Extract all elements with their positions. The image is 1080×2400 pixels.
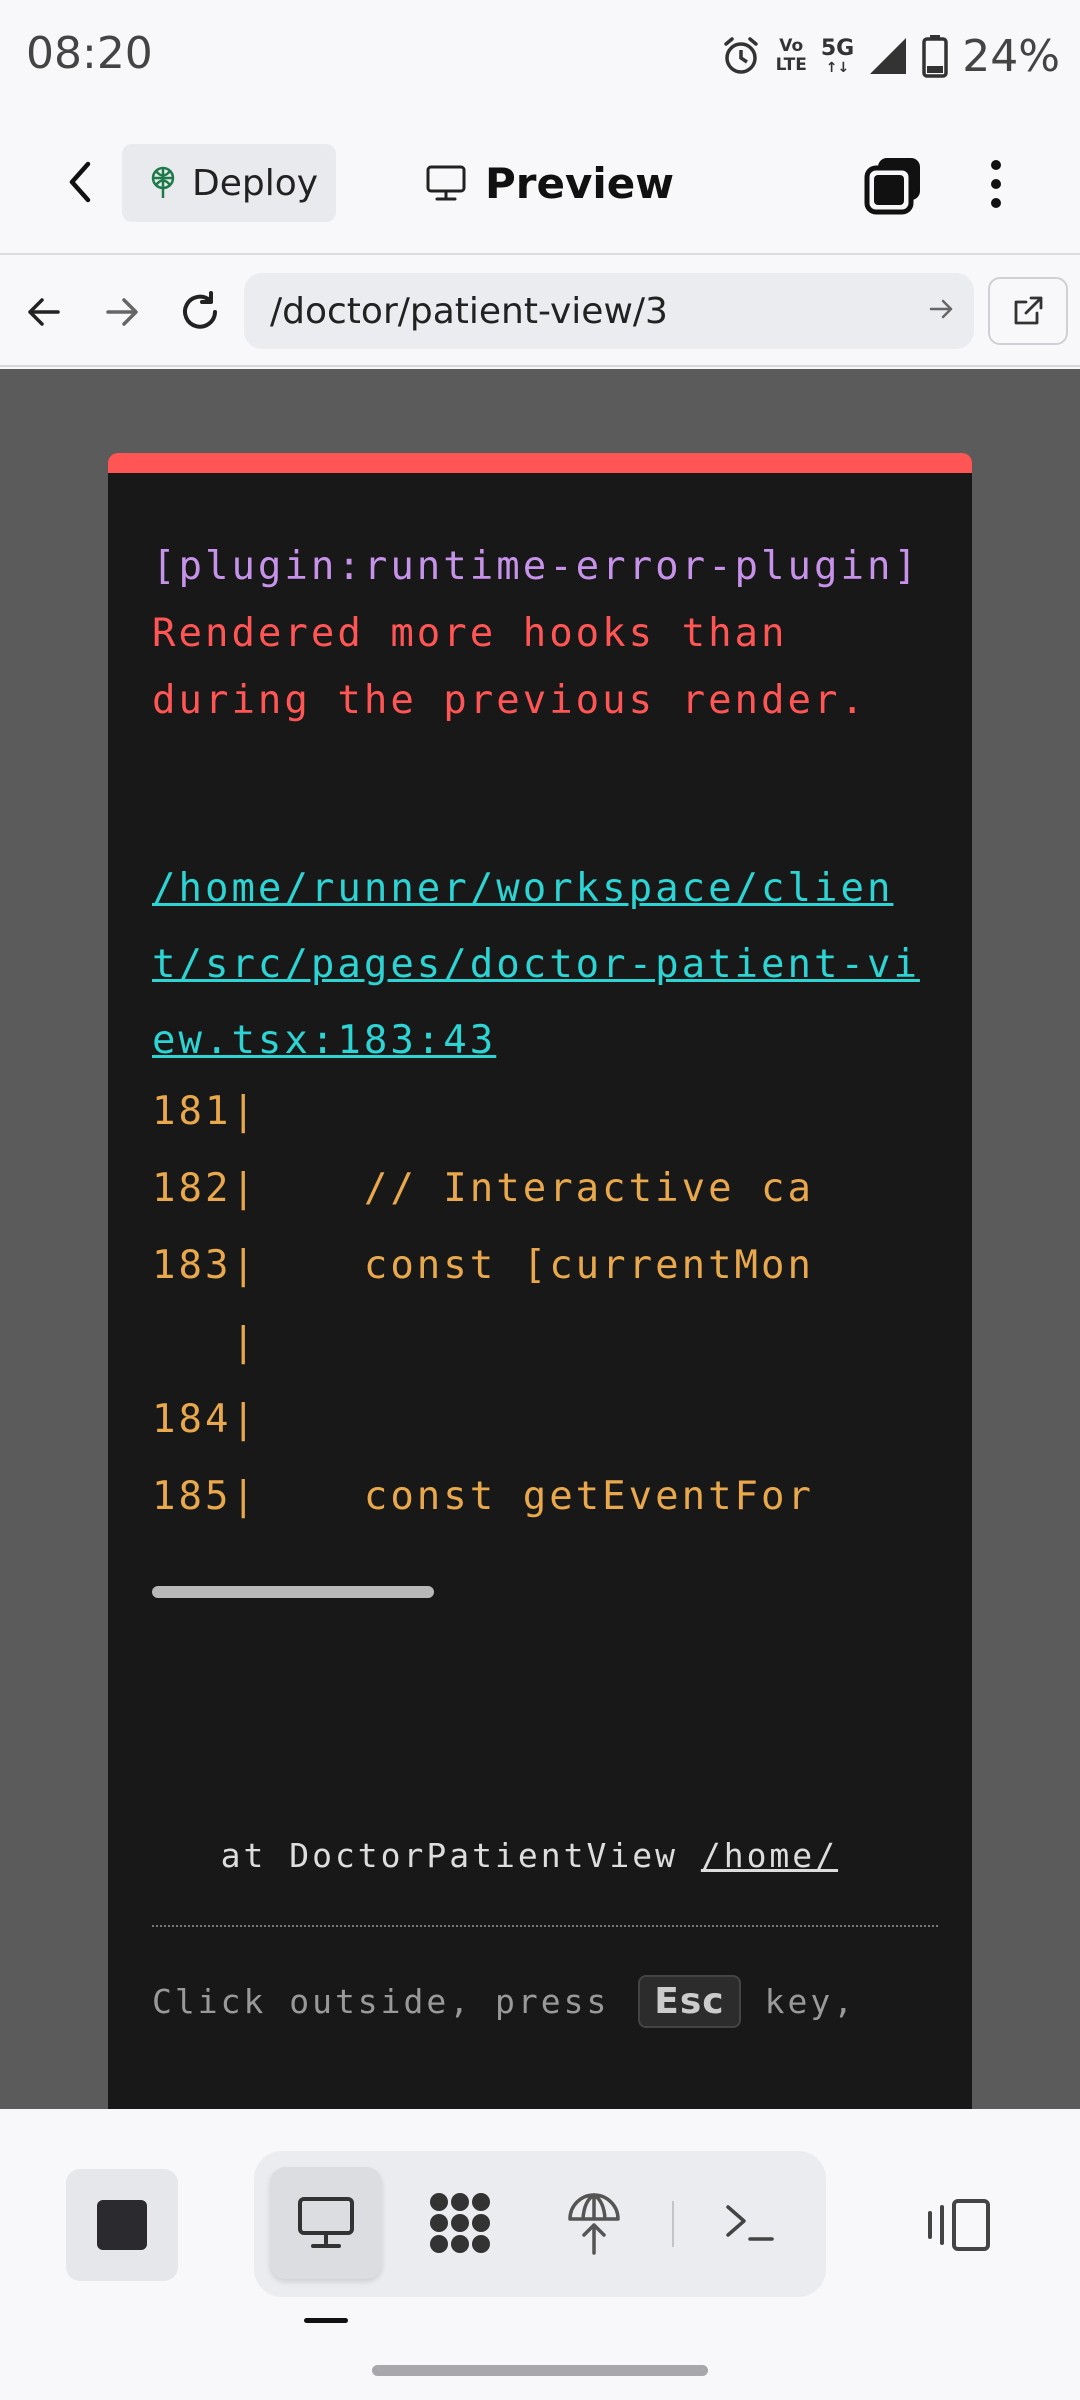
deploy-tool-button[interactable] (538, 2167, 650, 2279)
stack-link[interactable]: /home/ (701, 1836, 838, 1875)
status-time: 08:20 (26, 28, 153, 79)
preview-tab[interactable]: Preview (425, 150, 674, 216)
code-frame[interactable]: 181| 182| // Interactive ca 183| const [… (152, 1073, 938, 1535)
active-tab-indicator (304, 2318, 348, 2323)
stop-icon (97, 2200, 147, 2250)
preview-label: Preview (485, 158, 675, 208)
url-bar: /doctor/patient-view/3 (0, 257, 1080, 367)
tabs-button[interactable] (862, 154, 926, 218)
battery-percent: 24% (962, 30, 1060, 82)
5g-icon: 5G ↑↓ (820, 36, 855, 76)
reload-icon (183, 291, 217, 329)
stack-prefix: at DoctorPatientView (152, 1836, 701, 1875)
open-external-button[interactable] (988, 277, 1068, 345)
error-message: Rendered more hooks than during the prev… (152, 611, 867, 723)
stack-trace-line: at DoctorPatientView /home/ (152, 1833, 938, 1879)
side-panel-icon (928, 2199, 990, 2251)
home-gesture-bar[interactable] (372, 2365, 708, 2376)
esc-key-badge: Esc (638, 1975, 741, 2028)
preview-viewport[interactable]: [plugin:runtime-error-plugin] Rendered m… (0, 369, 1080, 2109)
divider (152, 1925, 938, 1927)
code-line: 185| const getEventFor (152, 1474, 814, 1519)
reload-button[interactable] (172, 284, 228, 340)
arrow-left-icon (28, 298, 60, 326)
monitor-icon (298, 2197, 354, 2248)
back-button[interactable] (52, 154, 108, 210)
error-plugin: [plugin:runtime-error-plugin] (152, 544, 920, 589)
app-header: Deploy Preview (0, 110, 1080, 255)
more-dot-icon (991, 160, 1001, 170)
apps-tool-button[interactable] (404, 2167, 516, 2279)
signal-icon (868, 36, 908, 76)
terminal-icon (726, 2205, 774, 2241)
tabs-icon (864, 158, 920, 215)
deploy-icon (151, 166, 175, 198)
code-line: 181| (152, 1089, 258, 1134)
url-text: /doctor/patient-view/3 (270, 290, 668, 332)
more-dot-icon (991, 179, 1001, 189)
stop-button[interactable] (66, 2169, 178, 2281)
tool-switcher (254, 2151, 826, 2297)
code-line: 183| const [currentMon (152, 1243, 814, 1288)
code-line: 182| // Interactive ca (152, 1166, 814, 1211)
alarm-icon (720, 35, 762, 77)
panel-toggle-button[interactable] (908, 2169, 1008, 2281)
external-link-icon (1014, 296, 1043, 325)
monitor-icon (426, 165, 466, 201)
arrow-right-icon (106, 298, 138, 326)
url-input[interactable]: /doctor/patient-view/3 (244, 273, 974, 349)
deploy-button[interactable]: Deploy (122, 144, 336, 222)
volte-lte-label: LTE (775, 55, 807, 75)
error-file-link[interactable]: /home/runner/workspace/client/src/pages/… (152, 851, 938, 1079)
5g-label: 5G (820, 36, 855, 61)
bottom-toolbar (0, 2109, 1080, 2400)
battery-icon (922, 34, 948, 78)
error-title: [plugin:runtime-error-plugin] Rendered m… (152, 533, 952, 734)
more-menu-button[interactable] (972, 152, 1020, 216)
globe-deploy-icon (568, 2192, 620, 2255)
cluster-icon (430, 2193, 490, 2253)
volte-icon: Vo LTE (776, 37, 807, 75)
deploy-label: Deploy (192, 162, 319, 204)
nav-back-button[interactable] (16, 284, 72, 340)
preview-tool-button[interactable] (270, 2167, 382, 2279)
toolbar-separator (672, 2201, 674, 2247)
error-overlay[interactable]: [plugin:runtime-error-plugin] Rendered m… (108, 453, 972, 2109)
code-line: | (152, 1320, 258, 1365)
chevron-left-icon (69, 161, 91, 203)
arrow-right-icon (929, 299, 953, 319)
status-bar: 08:20 Vo LTE 5G ↑↓ 24% (0, 0, 1080, 110)
console-tool-button[interactable] (694, 2167, 806, 2279)
status-icons: Vo LTE 5G ↑↓ 24% (720, 28, 1060, 84)
tip-suffix: key, (764, 1982, 857, 2021)
dismiss-tip: Click outside, press Esc key, (152, 1975, 938, 2028)
code-line: 184| (152, 1397, 258, 1442)
tip-prefix: Click outside, press (152, 1982, 633, 2021)
nav-forward-button[interactable] (94, 284, 150, 340)
more-dot-icon (991, 198, 1001, 208)
url-go-button[interactable] (928, 295, 956, 327)
code-scrollbar[interactable] (152, 1586, 434, 1598)
volte-vo-label: Vo (779, 36, 804, 56)
